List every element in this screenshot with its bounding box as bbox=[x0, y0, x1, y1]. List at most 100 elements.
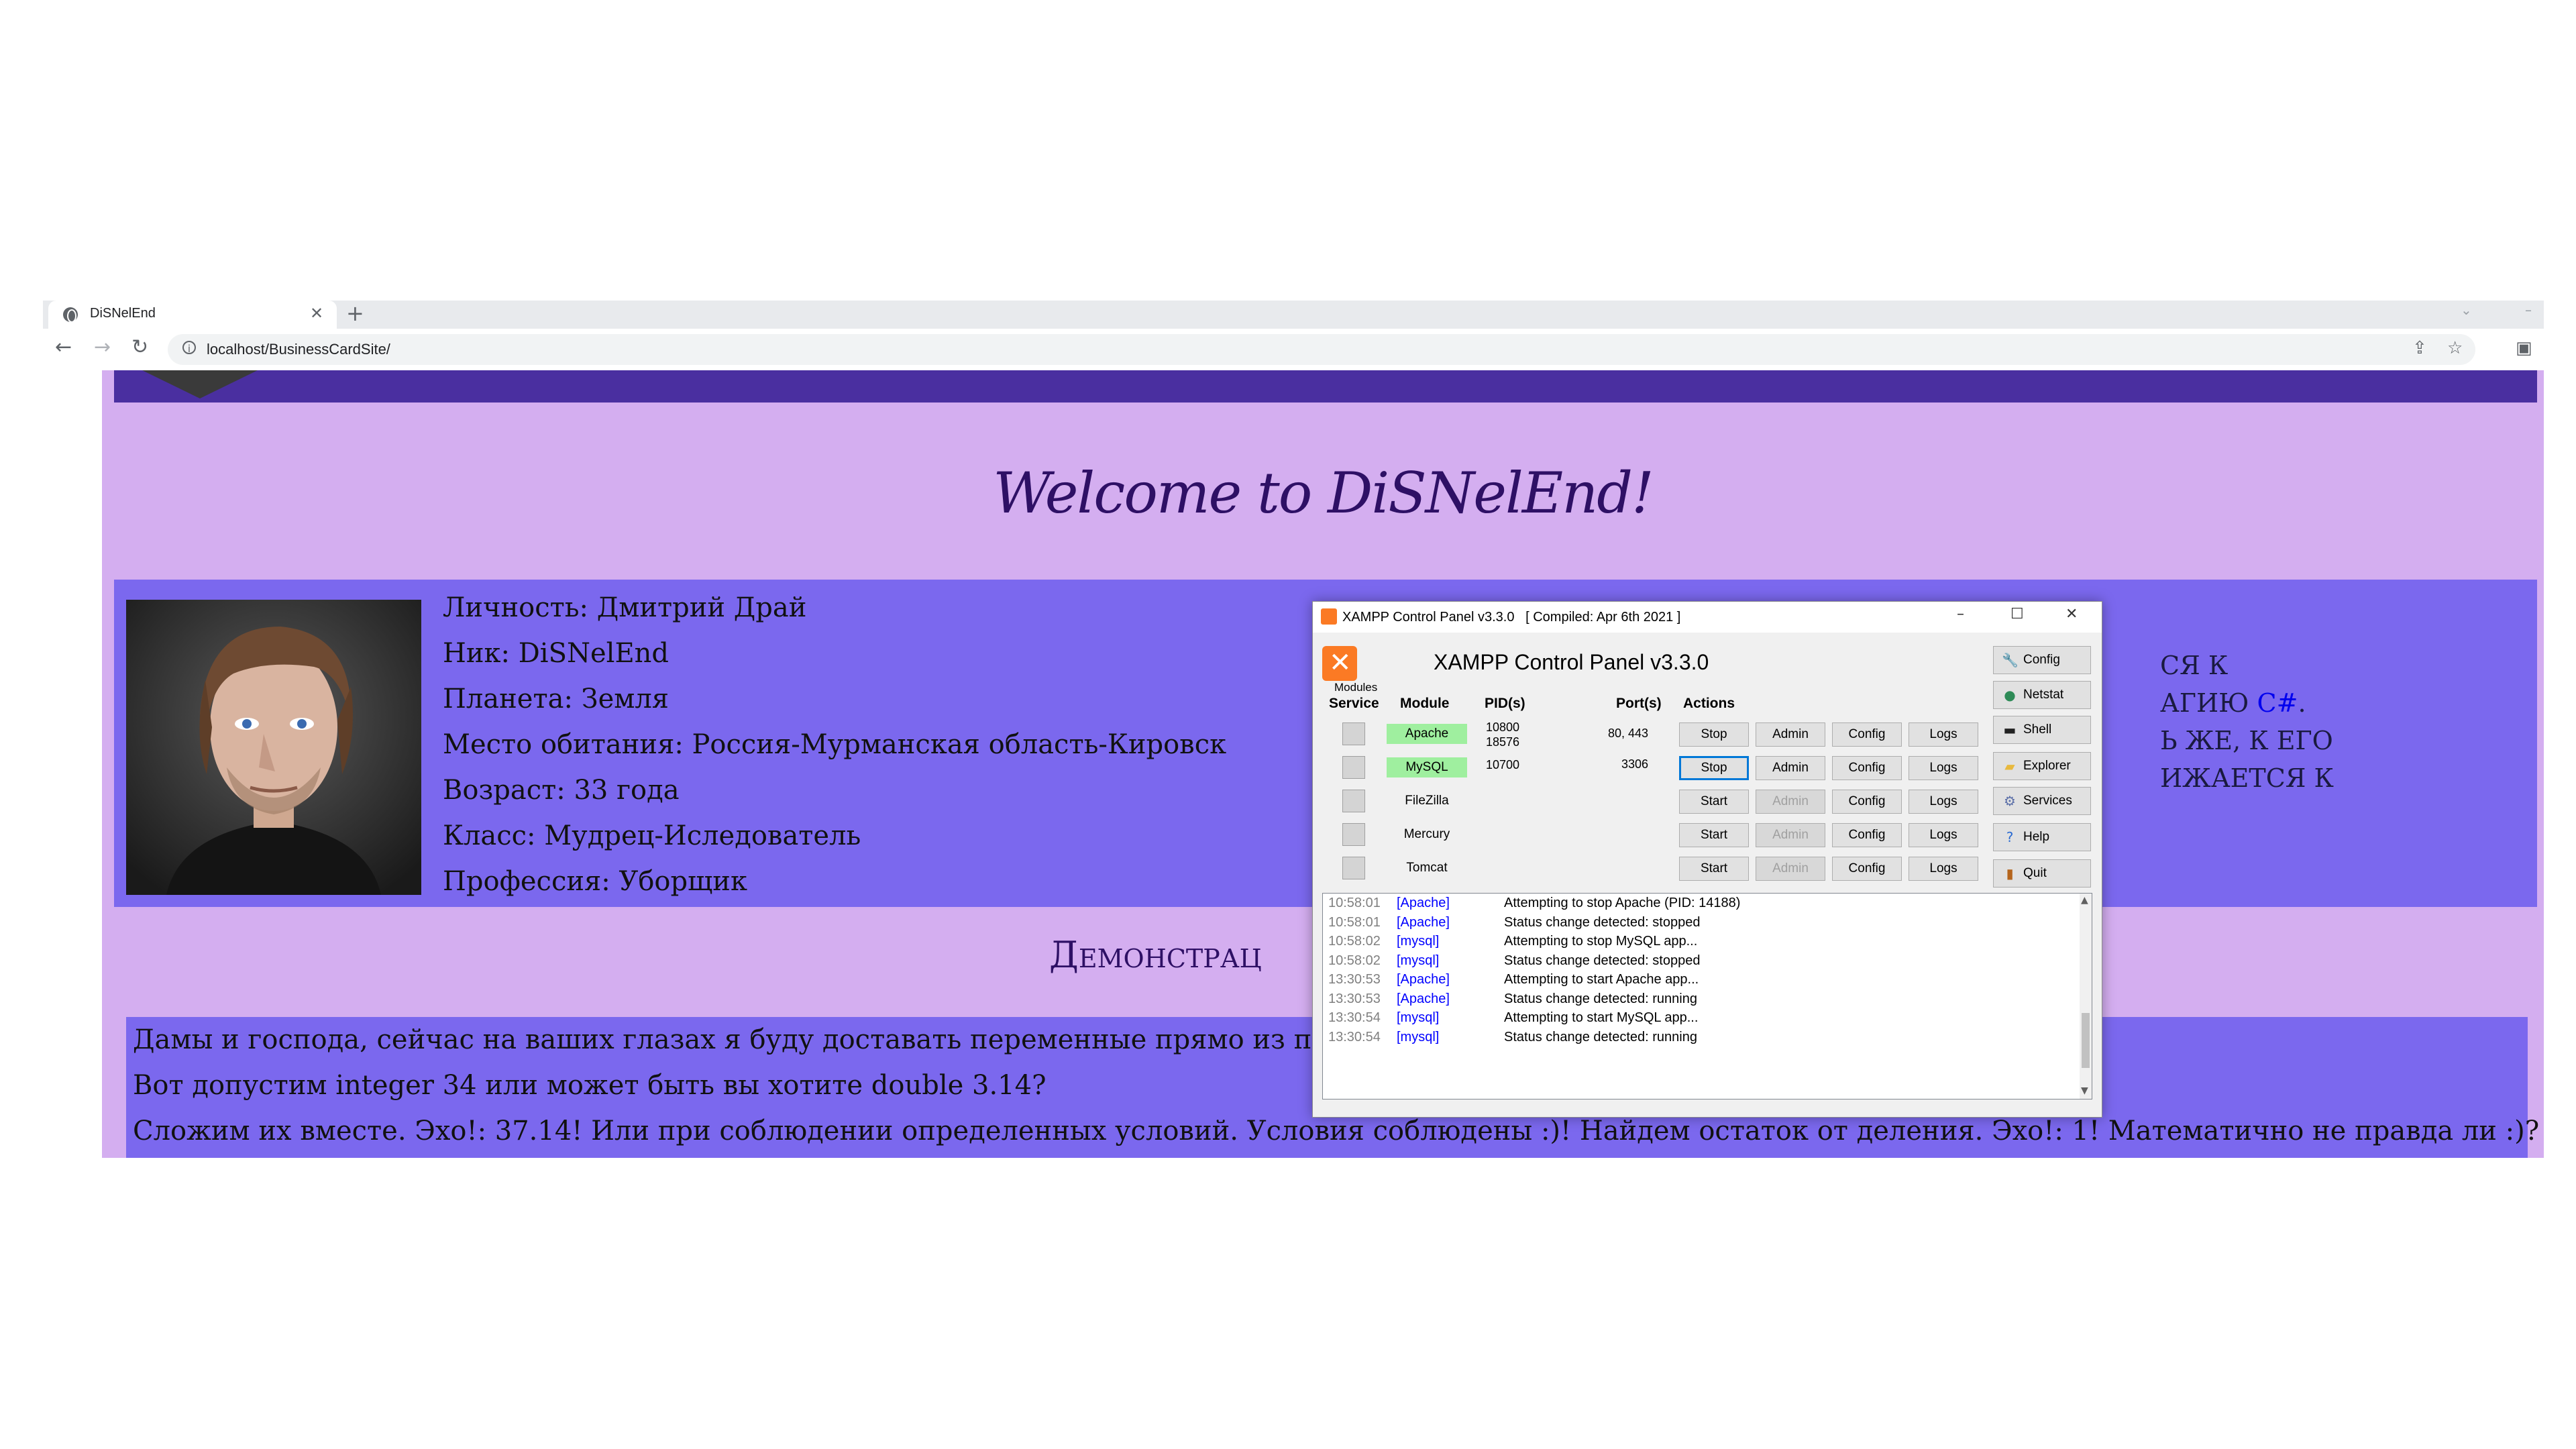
scroll-down-icon[interactable]: ▼ bbox=[2081, 1085, 2088, 1096]
browser-window: DiSNelEnd ✕ + ⌄ – ← → ↻ i localhost/Busi… bbox=[43, 301, 2544, 1158]
pid-values: 10700 bbox=[1486, 758, 1520, 771]
folder-icon: ▰ bbox=[2004, 758, 2015, 774]
log-message: Attempting to stop MySQL app... bbox=[1504, 934, 1698, 949]
pid: 10800 bbox=[1486, 720, 1520, 734]
quit-icon: ▮ bbox=[2006, 865, 2014, 881]
help-icon: ? bbox=[2006, 829, 2014, 845]
module-name: FileZilla bbox=[1405, 794, 1449, 808]
admin-button[interactable]: Admin bbox=[1756, 722, 1825, 747]
tab-disnelend[interactable]: DiSNelEnd ✕ bbox=[48, 301, 337, 329]
side-shell-button[interactable]: ▬ Shell bbox=[1993, 716, 2091, 744]
back-button[interactable]: ← bbox=[55, 335, 72, 359]
scroll-up-icon[interactable]: ▲ bbox=[2081, 895, 2088, 906]
log-time: 10:58:01 bbox=[1328, 896, 1381, 910]
log-message: Status change detected: running bbox=[1504, 991, 1697, 1006]
column-pids: PID(s) bbox=[1485, 696, 1525, 711]
module-row-tomcat: Tomcat Start Admin Config Logs bbox=[1313, 851, 1984, 885]
url-text[interactable]: localhost/BusinessCardSite/ bbox=[207, 341, 390, 358]
module-row-filezilla: FileZilla Start Admin Config Logs bbox=[1313, 784, 1984, 818]
address-bar[interactable]: i localhost/BusinessCardSite/ ⇪ ☆ bbox=[168, 334, 2475, 365]
config-button[interactable]: Config bbox=[1832, 722, 1902, 747]
config-button[interactable]: Config bbox=[1832, 790, 1902, 814]
maximize-icon[interactable]: ☐ bbox=[2010, 606, 2024, 623]
logs-button[interactable]: Logs bbox=[1909, 790, 1978, 814]
service-checkbox[interactable] bbox=[1342, 790, 1365, 812]
log-module: [Apache] bbox=[1397, 914, 1450, 930]
logs-button[interactable]: Logs bbox=[1909, 823, 1978, 847]
reload-button[interactable]: ↻ bbox=[131, 335, 148, 359]
modules-caption: Modules bbox=[1334, 681, 1378, 694]
profile-name: Личность: Дмитрий Драй bbox=[443, 592, 807, 623]
close-icon[interactable]: ✕ bbox=[2065, 606, 2078, 623]
csharp-link[interactable]: C# bbox=[2257, 688, 2298, 718]
minimize-icon[interactable]: – bbox=[2525, 302, 2532, 318]
log-module: [mysql] bbox=[1397, 1010, 1440, 1025]
log-message: Status change detected: running bbox=[1504, 1029, 1697, 1044]
globe-icon: ● bbox=[2004, 687, 2016, 703]
side-help-button[interactable]: ? Help bbox=[1993, 823, 2091, 851]
log-scrollbar[interactable]: ▲ ▼ bbox=[2080, 894, 2092, 1099]
scroll-thumb[interactable] bbox=[2082, 1013, 2090, 1068]
admin-button[interactable]: Admin bbox=[1756, 857, 1825, 881]
service-checkbox[interactable] bbox=[1342, 722, 1365, 745]
module-row-mysql: MySQL 10700 3306 Stop Admin Config Logs bbox=[1313, 751, 1984, 784]
log-module: [mysql] bbox=[1397, 1029, 1440, 1044]
start-button[interactable]: Start bbox=[1679, 790, 1749, 814]
log-module: [Apache] bbox=[1397, 991, 1450, 1006]
column-module: Module bbox=[1400, 696, 1450, 711]
side-netstat-button[interactable]: ● Netstat bbox=[1993, 681, 2091, 709]
module-name: Mercury bbox=[1403, 827, 1450, 841]
module-name: Apache bbox=[1387, 724, 1467, 744]
log-row: 13:30:53 [Apache] Status change detected: … bbox=[1323, 989, 2092, 1009]
chevron-down-icon[interactable]: ⌄ bbox=[2461, 302, 2472, 318]
new-tab-button[interactable]: + bbox=[346, 301, 364, 326]
service-checkbox[interactable] bbox=[1342, 756, 1365, 779]
minimize-icon[interactable]: – bbox=[1957, 606, 1964, 623]
services-icon: ⚙ bbox=[2004, 793, 2016, 809]
forward-button[interactable]: → bbox=[94, 335, 111, 359]
stop-button[interactable]: Stop bbox=[1679, 722, 1749, 747]
stop-button[interactable]: Stop bbox=[1679, 756, 1749, 780]
log-row: 13:30:54 [mysql] Status change detected: r… bbox=[1323, 1028, 2092, 1047]
profile-location: Место обитания: Россия-Мурманская област… bbox=[443, 729, 1227, 760]
admin-button[interactable]: Admin bbox=[1756, 790, 1825, 814]
close-icon[interactable]: ✕ bbox=[310, 304, 323, 323]
description-text: агию bbox=[2160, 688, 2249, 718]
log-message: Attempting to start MySQL app... bbox=[1504, 1010, 1699, 1025]
log-time: 10:58:02 bbox=[1328, 934, 1381, 949]
logs-button[interactable]: Logs bbox=[1909, 756, 1978, 780]
pid-values: 10800 18576 bbox=[1486, 720, 1519, 749]
description-text: . bbox=[2298, 688, 2306, 718]
log-panel[interactable]: 10:58:01 [Apache] Attempting to stop Apach… bbox=[1322, 893, 2092, 1099]
side-config-button[interactable]: 🔧 Config bbox=[1993, 646, 2091, 674]
profile-nick: Ник: DiSNelEnd bbox=[443, 638, 669, 669]
start-button[interactable]: Start bbox=[1679, 857, 1749, 881]
description-line: ижается к bbox=[2160, 763, 2334, 793]
side-services-button[interactable]: ⚙ Services bbox=[1993, 787, 2091, 815]
profile-age: Возраст: 33 года bbox=[443, 775, 680, 806]
side-explorer-button[interactable]: ▰ Explorer bbox=[1993, 752, 2091, 780]
tab-title: DiSNelEnd bbox=[90, 306, 156, 321]
logs-button[interactable]: Logs bbox=[1909, 722, 1978, 747]
port-values: 3306 bbox=[1621, 757, 1648, 771]
admin-button[interactable]: Admin bbox=[1756, 756, 1825, 780]
log-module: [Apache] bbox=[1397, 972, 1450, 987]
side-panel-icon[interactable]: ▣ bbox=[2516, 338, 2532, 358]
side-quit-button[interactable]: ▮ Quit bbox=[1993, 859, 2091, 888]
share-icon[interactable]: ⇪ bbox=[2412, 338, 2427, 358]
config-button[interactable]: Config bbox=[1832, 756, 1902, 780]
log-time: 13:30:54 bbox=[1328, 1010, 1381, 1025]
info-icon[interactable]: i bbox=[182, 341, 196, 355]
admin-button[interactable]: Admin bbox=[1756, 823, 1825, 847]
logs-button[interactable]: Logs bbox=[1909, 857, 1978, 881]
pid: 18576 bbox=[1486, 735, 1520, 749]
log-module: [mysql] bbox=[1397, 934, 1440, 949]
start-button[interactable]: Start bbox=[1679, 823, 1749, 847]
xampp-title-bar[interactable]: XAMPP Control Panel v3.3.0 [ Compiled: A… bbox=[1313, 602, 2102, 633]
log-time: 10:58:01 bbox=[1328, 914, 1381, 930]
config-button[interactable]: Config bbox=[1832, 823, 1902, 847]
star-icon[interactable]: ☆ bbox=[2447, 338, 2463, 358]
service-checkbox[interactable] bbox=[1342, 823, 1365, 846]
config-button[interactable]: Config bbox=[1832, 857, 1902, 881]
service-checkbox[interactable] bbox=[1342, 857, 1365, 879]
